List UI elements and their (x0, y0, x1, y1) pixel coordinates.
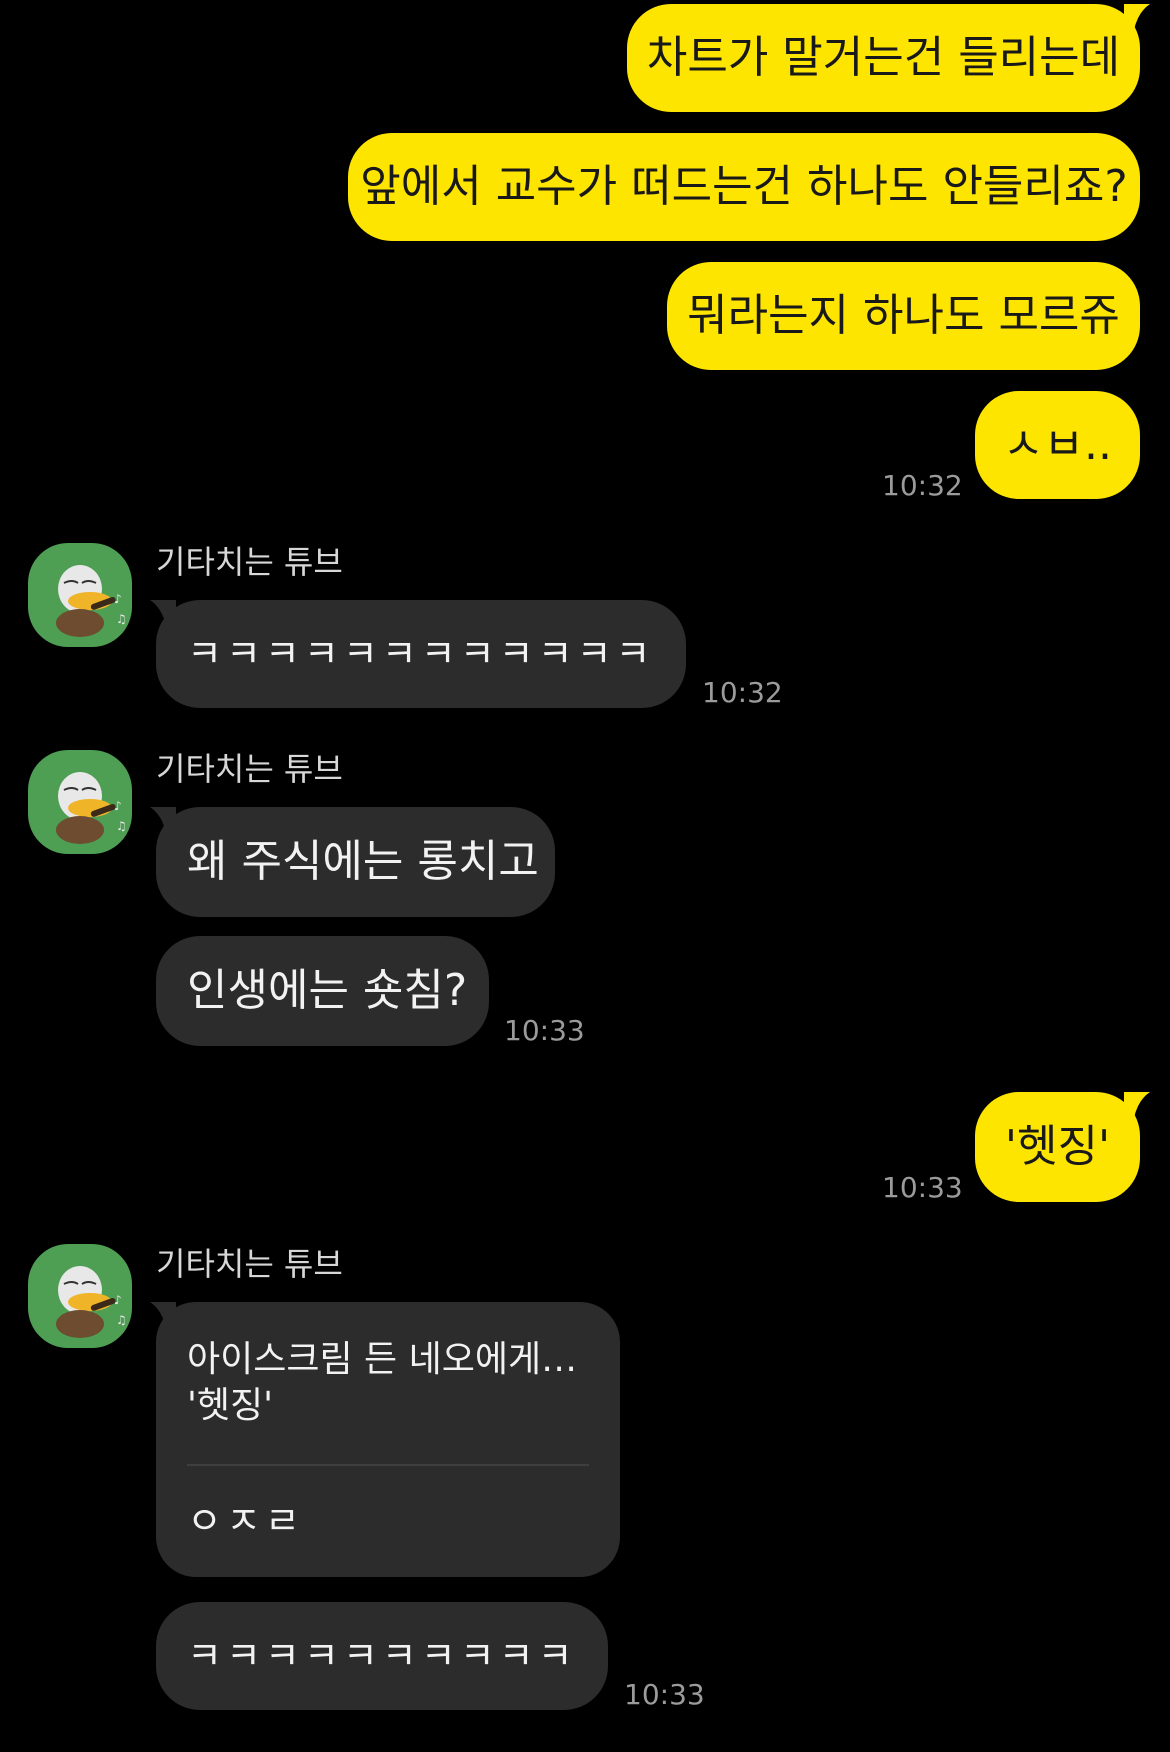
tube-duck-guitar-avatar-icon: ♪ ♫ (56, 772, 127, 844)
sender-name: 기타치는 튜브 (156, 1245, 343, 1283)
message-timestamp: 10:33 (882, 1171, 963, 1204)
bubble-tail (150, 807, 176, 833)
bubble-tail (1124, 4, 1150, 30)
incoming-message[interactable]: ㅋㅋㅋㅋㅋㅋㅋㅋㅋㅋㅋㅋ (156, 600, 686, 708)
tube-duck-guitar-avatar-icon: ♪ ♫ (56, 1266, 127, 1338)
message-timestamp: 10:32 (702, 676, 783, 709)
sender-name: 기타치는 튜브 (156, 543, 343, 581)
message-text: ㅋㅋㅋㅋㅋㅋㅋㅋㅋㅋㅋㅋ (187, 632, 655, 676)
avatar[interactable]: ♪ ♫ (28, 543, 132, 647)
outgoing-message[interactable]: 차트가 말거는건 들리는데 (627, 4, 1140, 112)
outgoing-message[interactable]: 앞에서 교수가 떠드는건 하나도 안들리죠? (348, 133, 1140, 241)
quote-divider (187, 1464, 589, 1466)
message-text: ㅅㅂ.. (1003, 419, 1112, 470)
message-timestamp: 10:33 (624, 1678, 705, 1711)
incoming-message[interactable]: 왜 주식에는 롱치고 (156, 807, 555, 917)
bubble-tail (1124, 1092, 1150, 1118)
avatar[interactable]: ♪ ♫ (28, 750, 132, 854)
message-timestamp: 10:32 (882, 469, 963, 502)
message-text: ㅋㅋㅋㅋㅋㅋㅋㅋㅋㅋ (187, 1634, 577, 1678)
message-text: '헷징' (1004, 1121, 1111, 1172)
message-text: 앞에서 교수가 떠드는건 하나도 안들리죠? (360, 161, 1128, 212)
message-text: 왜 주식에는 롱치고 (187, 836, 539, 887)
svg-text:♫: ♫ (116, 819, 127, 833)
message-text: 인생에는 숏침? (187, 965, 468, 1016)
svg-text:♪: ♪ (114, 799, 122, 813)
svg-text:♫: ♫ (116, 612, 127, 626)
avatar[interactable]: ♪ ♫ (28, 1244, 132, 1348)
message-text: 차트가 말거는건 들리는데 (646, 32, 1121, 83)
outgoing-message[interactable]: 뭐라는지 하나도 모르쥬 (667, 262, 1140, 370)
bubble-tail (150, 1302, 176, 1328)
incoming-message[interactable]: ㅋㅋㅋㅋㅋㅋㅋㅋㅋㅋ (156, 1602, 608, 1710)
outgoing-message[interactable]: ㅅㅂ.. (975, 391, 1140, 499)
svg-text:♪: ♪ (114, 1293, 122, 1307)
svg-text:♫: ♫ (116, 1313, 127, 1327)
outgoing-message[interactable]: '헷징' (975, 1092, 1140, 1202)
quoted-message-line: '헷징' (187, 1385, 274, 1426)
reply-message[interactable]: 아이스크림 든 네오에게… '헷징' ㅇㅈㄹ (156, 1302, 620, 1577)
svg-text:♪: ♪ (114, 592, 122, 606)
message-text: 뭐라는지 하나도 모르쥬 (687, 290, 1120, 341)
message-timestamp: 10:33 (504, 1014, 585, 1047)
bubble-tail (150, 600, 176, 626)
quoted-message-line: 아이스크림 든 네오에게… (187, 1339, 578, 1380)
tube-duck-guitar-avatar-icon: ♪ ♫ (56, 565, 127, 637)
reply-text: ㅇㅈㄹ (187, 1499, 304, 1543)
incoming-message[interactable]: 인생에는 숏침? (156, 936, 489, 1046)
sender-name: 기타치는 튜브 (156, 750, 343, 788)
